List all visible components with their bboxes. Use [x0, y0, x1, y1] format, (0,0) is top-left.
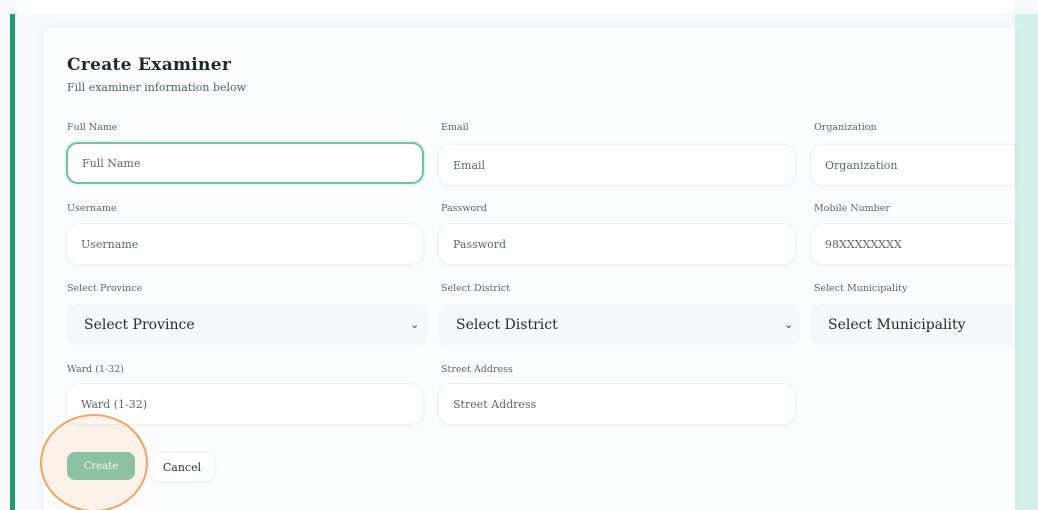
full-name-input[interactable]: Full Name — [66, 142, 424, 184]
province-label: Select Province — [67, 283, 143, 294]
municipality-label: Select Municipality — [814, 283, 908, 294]
form-title: Create Examiner — [67, 55, 232, 75]
ward-input[interactable]: Ward (1-32) — [66, 383, 424, 425]
district-select-value: Select District — [456, 317, 558, 333]
username-input[interactable]: Username — [66, 223, 424, 265]
district-select[interactable]: Select District — [438, 304, 800, 346]
chevron-down-icon: ⌄ — [784, 318, 794, 331]
password-input[interactable]: Password — [438, 223, 796, 265]
province-select-value: Select Province — [84, 317, 195, 333]
full-name-label: Full Name — [67, 122, 118, 133]
organization-input[interactable]: Organization — [810, 144, 1015, 186]
street-address-label: Street Address — [441, 364, 513, 375]
chevron-down-icon: ⌄ — [410, 318, 420, 331]
password-label: Password — [441, 203, 487, 214]
cancel-button[interactable]: Cancel — [149, 452, 215, 482]
street-address-input[interactable]: Street Address — [438, 383, 796, 425]
username-label: Username — [67, 203, 117, 214]
organization-label: Organization — [814, 122, 877, 133]
top-strip — [18, 0, 1015, 14]
form-card — [44, 28, 1015, 510]
accent-bar — [10, 14, 15, 510]
side-panel — [1015, 14, 1038, 510]
create-button[interactable]: Create — [67, 452, 135, 480]
email-label: Email — [441, 122, 469, 133]
municipality-select-value: Select Municipality — [828, 317, 966, 333]
email-input[interactable]: Email — [438, 144, 796, 186]
mobile-label: Mobile Number — [814, 203, 890, 214]
district-label: Select District — [441, 283, 511, 294]
mobile-input[interactable]: 98XXXXXXXX — [810, 223, 1015, 265]
ward-label: Ward (1-32) — [67, 364, 124, 375]
municipality-select[interactable]: Select Municipality — [810, 304, 1015, 346]
province-select[interactable]: Select Province — [66, 304, 428, 346]
form-subtitle: Fill examiner information below — [67, 81, 247, 94]
